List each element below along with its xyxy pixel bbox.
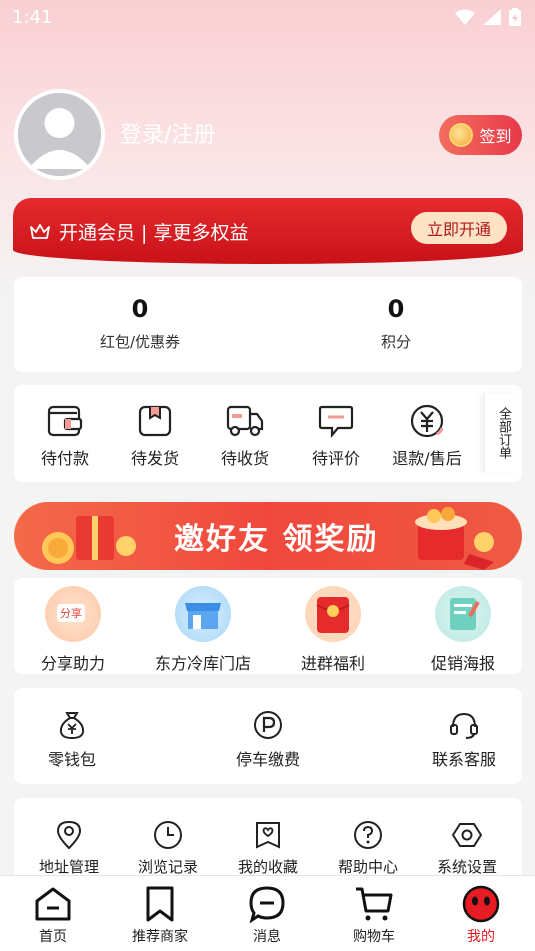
order-refund[interactable]: 退款/售后 bbox=[381, 403, 473, 469]
tool-label: 我的收藏 bbox=[237, 858, 298, 876]
tool-history[interactable]: 浏览记录 bbox=[123, 820, 213, 877]
message-icon bbox=[249, 886, 285, 923]
tool-help[interactable]: 帮助中心 bbox=[323, 820, 413, 877]
refund-icon bbox=[410, 404, 444, 438]
profile-header: 登录/注册 签到 bbox=[14, 89, 522, 181]
tab-label: 消息 bbox=[253, 929, 281, 945]
feature-store[interactable]: 东方冷库门店 bbox=[138, 586, 268, 674]
login-register-link[interactable]: 登录/注册 bbox=[120, 117, 215, 149]
service-customer-support[interactable]: 联系客服 bbox=[414, 710, 514, 770]
tab-label: 推荐商家 bbox=[132, 929, 188, 945]
home-icon bbox=[35, 887, 71, 921]
services-card: 零钱包 停车缴费 联系客服 bbox=[14, 688, 522, 784]
default-avatar-icon bbox=[18, 93, 101, 176]
order-label: 退款/售后 bbox=[392, 449, 462, 468]
tab-cart[interactable]: 购物车 bbox=[329, 884, 419, 946]
location-icon bbox=[56, 820, 82, 850]
wallet-icon bbox=[47, 405, 83, 437]
tool-label: 系统设置 bbox=[436, 858, 497, 876]
tab-messages[interactable]: 消息 bbox=[222, 884, 312, 946]
order-pending-review[interactable]: 待评价 bbox=[291, 403, 381, 469]
parking-icon bbox=[254, 711, 282, 739]
bookmark-icon bbox=[146, 886, 174, 922]
order-pending-receive[interactable]: 待收货 bbox=[200, 403, 290, 469]
service-label: 停车缴费 bbox=[235, 750, 300, 769]
tab-label: 首页 bbox=[39, 929, 67, 945]
orders-card: 待付款 待发货 待收货 待评价 退款/售后 全部订单 bbox=[14, 385, 522, 482]
vip-banner[interactable]: 开通会员 | 享更多权益 立即开通 bbox=[13, 198, 523, 264]
feature-share-assist[interactable]: 分享 分享助力 bbox=[8, 586, 138, 674]
points-label: 积分 bbox=[380, 333, 411, 351]
feature-group-benefit[interactable]: 进群福利 bbox=[268, 586, 398, 674]
signal-icon bbox=[483, 9, 501, 25]
invite-friends-banner[interactable]: 邀好友 领奖励 bbox=[14, 502, 522, 570]
signin-button[interactable]: 签到 bbox=[439, 115, 522, 155]
wifi-icon bbox=[455, 9, 475, 25]
tab-home[interactable]: 首页 bbox=[8, 884, 98, 946]
battery-icon bbox=[509, 8, 521, 26]
banner-text: 邀好友 领奖励 bbox=[174, 522, 379, 557]
feature-label: 进群福利 bbox=[300, 654, 365, 673]
feature-label: 东方冷库门店 bbox=[154, 654, 251, 673]
service-label: 联系客服 bbox=[431, 750, 496, 769]
order-pending-payment[interactable]: 待付款 bbox=[20, 403, 110, 469]
order-label: 待付款 bbox=[40, 449, 89, 468]
money-bag-icon bbox=[59, 712, 85, 740]
order-label: 待评价 bbox=[311, 449, 360, 468]
share-icon: 分享 bbox=[45, 586, 101, 642]
bottom-tab-bar: 首页 推荐商家 消息 购物车 我的 bbox=[0, 875, 535, 951]
service-parking[interactable]: 停车缴费 bbox=[218, 710, 318, 770]
coupon-stat[interactable]: 0 红包/优惠券 bbox=[60, 295, 220, 352]
tab-recommended[interactable]: 推荐商家 bbox=[115, 884, 205, 946]
tab-label: 我的 bbox=[467, 929, 495, 945]
signin-label: 签到 bbox=[479, 127, 512, 146]
coupon-count: 0 bbox=[131, 295, 149, 323]
service-label: 零钱包 bbox=[47, 750, 96, 769]
points-stat[interactable]: 0 积分 bbox=[316, 295, 476, 352]
help-icon bbox=[354, 821, 382, 849]
tab-label: 购物车 bbox=[353, 929, 395, 945]
settings-icon bbox=[452, 823, 482, 847]
tool-settings[interactable]: 系统设置 bbox=[422, 820, 512, 877]
feature-promo-poster[interactable]: 促销海报 bbox=[398, 586, 528, 674]
service-wallet[interactable]: 零钱包 bbox=[22, 710, 122, 770]
tab-me[interactable]: 我的 bbox=[436, 884, 526, 946]
stats-card: 0 红包/优惠券 0 积分 bbox=[14, 277, 522, 372]
status-icons bbox=[455, 8, 521, 26]
feature-label: 分享助力 bbox=[40, 654, 105, 673]
store-icon bbox=[175, 586, 231, 642]
share-badge: 分享 bbox=[57, 604, 85, 622]
comment-icon bbox=[318, 405, 354, 438]
tool-label: 地址管理 bbox=[38, 858, 99, 876]
poster-icon bbox=[435, 586, 491, 642]
tool-label: 浏览记录 bbox=[137, 858, 198, 876]
points-count: 0 bbox=[387, 295, 405, 323]
vip-open-button[interactable]: 立即开通 bbox=[411, 212, 507, 244]
cart-icon bbox=[356, 887, 393, 921]
order-pending-ship[interactable]: 待发货 bbox=[110, 403, 200, 469]
profile-icon bbox=[462, 885, 500, 923]
red-packet-icon bbox=[305, 586, 361, 642]
order-label: 待发货 bbox=[130, 449, 179, 468]
all-orders-link[interactable]: 全部订单 bbox=[484, 393, 522, 473]
coupon-label: 红包/优惠券 bbox=[99, 333, 181, 351]
tool-address[interactable]: 地址管理 bbox=[24, 820, 114, 877]
avatar[interactable] bbox=[14, 89, 105, 180]
features-card: 分享 分享助力 东方冷库门店 进群福利 促销海报 bbox=[14, 578, 522, 674]
status-time: 1:41 bbox=[12, 6, 53, 28]
tool-favorites[interactable]: 我的收藏 bbox=[223, 820, 313, 877]
crown-icon bbox=[30, 224, 50, 239]
favorite-icon bbox=[256, 822, 280, 849]
coin-icon bbox=[449, 123, 474, 147]
tool-label: 帮助中心 bbox=[337, 858, 398, 876]
feature-label: 促销海报 bbox=[430, 654, 495, 673]
order-label: 待收货 bbox=[220, 449, 269, 468]
clock-icon bbox=[154, 821, 182, 849]
status-bar: 1:41 bbox=[0, 0, 535, 34]
vip-text: 开通会员 | 享更多权益 bbox=[59, 221, 249, 244]
headset-icon bbox=[450, 712, 478, 739]
package-icon bbox=[138, 405, 172, 437]
truck-icon bbox=[226, 405, 264, 437]
